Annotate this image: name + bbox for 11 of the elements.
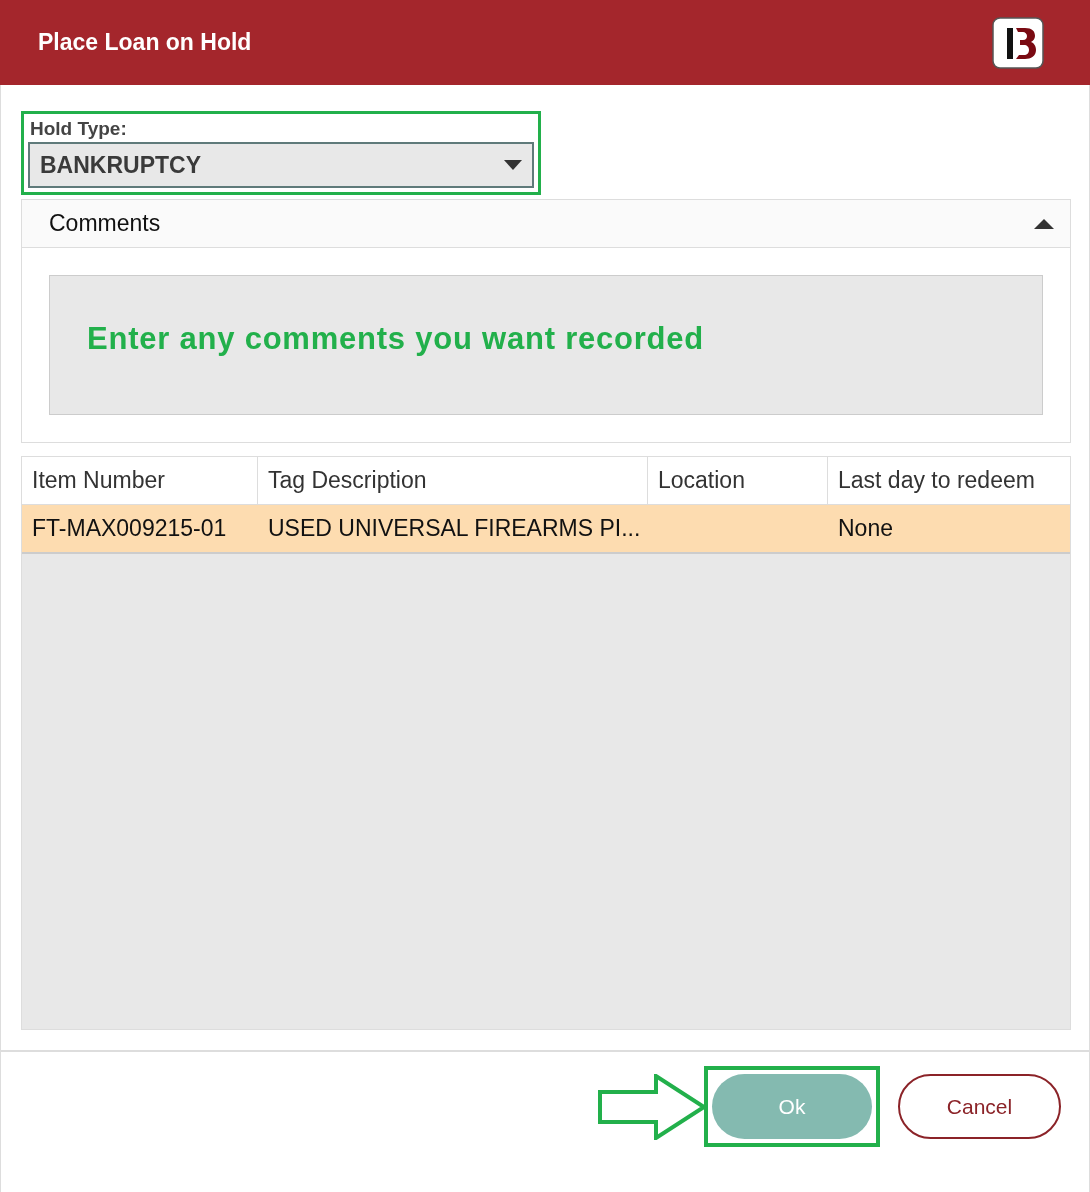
table-cell-text: FT-MAX009215-01	[32, 514, 227, 544]
dropdown-caret-icon	[504, 160, 522, 170]
logo-icon	[992, 16, 1044, 69]
table-cell-text: USED UNIVERSAL FIREARMS PI...	[268, 514, 641, 544]
table-row[interactable]: FT-MAX009215-01 USED UNIVERSAL FIREARMS PI... None	[22, 505, 1070, 554]
table-cell-text: None	[838, 514, 893, 544]
field-label: Hold Type:	[29, 118, 128, 140]
window-title: Place Loan on Hold	[38, 28, 252, 58]
comments-header[interactable]: Comments	[22, 200, 1070, 248]
hold-type-dropdown[interactable]: BANKRUPTCY	[28, 142, 534, 188]
cancel-button[interactable]: Cancel	[898, 1074, 1061, 1139]
